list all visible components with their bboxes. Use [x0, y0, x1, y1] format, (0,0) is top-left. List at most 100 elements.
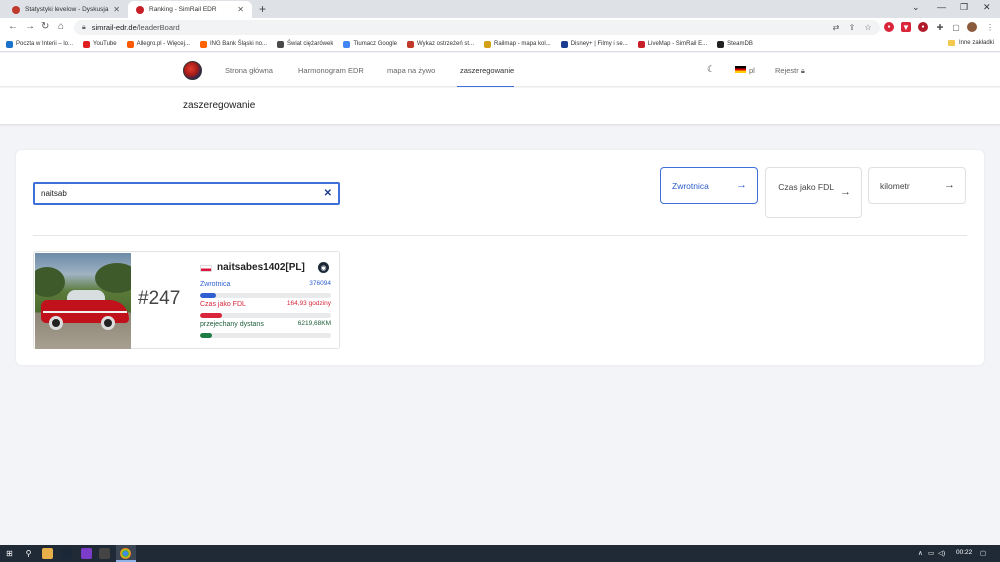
sort-fdl-button[interactable]: Czas jako FDL → [765, 167, 862, 218]
nav-live-map[interactable]: mapa na żywo [387, 66, 435, 75]
steam-taskbar-icon[interactable] [61, 548, 72, 559]
bookmark-icon [407, 40, 415, 48]
menu-icon[interactable]: ⋮ [985, 22, 995, 32]
nav-schedule[interactable]: Harmonogram EDR [298, 66, 364, 75]
bookmark-icon [560, 40, 568, 48]
browser-tab-ranking[interactable]: Ranking - SimRail EDR ✕ [128, 1, 252, 18]
notifications-icon[interactable]: ▢ [980, 549, 986, 557]
simrail-logo[interactable] [183, 61, 202, 80]
other-bookmarks[interactable]: Inne zakładki [947, 40, 994, 46]
reload-icon[interactable]: ↻ [41, 21, 49, 32]
search-input[interactable]: naitsab ✕ [33, 182, 340, 205]
sidebar-icon[interactable]: ▢ [951, 22, 961, 32]
bookmark-icon [637, 40, 645, 48]
register-link[interactable]: Rejestr 🔒︎ [775, 66, 805, 76]
search-value: naitsab [41, 189, 67, 198]
stat-progress-bar [200, 313, 331, 318]
dark-mode-moon-icon[interactable]: ☾ [707, 64, 715, 75]
clear-search-icon[interactable]: ✕ [324, 188, 332, 199]
bookmark-label: SteamDB [727, 41, 753, 47]
share-icon[interactable]: ⇪ [847, 22, 857, 32]
app-taskbar-icon[interactable] [99, 548, 110, 559]
clock-time[interactable]: 00:22 [956, 549, 972, 556]
tab-title: Statystyki levelow - Dyskusja [Tr... [25, 6, 109, 13]
file-explorer-icon[interactable] [42, 548, 53, 559]
bookmark-item[interactable]: LiveMap - SimRail E... [637, 40, 707, 48]
bookmark-icon [6, 40, 13, 48]
arrow-right-icon: → [840, 186, 851, 198]
player-name: naitsabes1402[PL] [217, 262, 305, 273]
stat-progress-fill [200, 333, 212, 338]
lock-icon[interactable]: 🔒︎ [82, 24, 86, 32]
address-bar[interactable]: 🔒︎ simrail-edr.de/leaderBoard [74, 20, 880, 35]
language-selector[interactable]: pl [749, 66, 755, 75]
bookmark-label: Tłumacz Google [353, 41, 398, 47]
home-icon[interactable]: ⌂ [58, 21, 64, 32]
chrome-taskbar-button[interactable] [116, 545, 136, 562]
stat-name: Czas jako FDL [200, 301, 246, 308]
bookmark-item[interactable]: Disney+ | Filmy i se... [560, 40, 628, 48]
bookmark-label: Disney+ | Filmy i se... [570, 41, 628, 47]
browser-tab-statystyki[interactable]: Statystyki levelow - Dyskusja [Tr... ✕ [4, 1, 128, 18]
maximize-icon[interactable]: ❐ [960, 2, 968, 13]
tray-chevron-icon[interactable]: ∧ [918, 549, 923, 557]
youtube-icon [83, 40, 91, 48]
bookmark-item[interactable]: Allegro.pl - Więcej... [126, 40, 190, 48]
bookmark-star-icon[interactable]: ☆ [863, 22, 873, 32]
url-host: simrail-edr.de [91, 23, 137, 32]
network-icon[interactable]: ▭ [928, 549, 934, 557]
folder-icon [947, 40, 955, 46]
bookmark-item[interactable]: Poczta w Interii – lo... [6, 40, 74, 48]
leaderboard-card: naitsab ✕ Zwrotnica → Czas jako FDL → ki… [16, 150, 984, 365]
tab-search-icon[interactable]: ⌄ [912, 2, 920, 13]
volume-icon[interactable]: ◁) [938, 549, 945, 557]
windows-start-icon[interactable]: ⊞ [4, 548, 15, 559]
translate-icon[interactable]: ⇄ [831, 22, 841, 32]
bookmark-item[interactable]: ING Bank Śląski no... [199, 40, 267, 48]
url-path: /leaderBoard [136, 23, 180, 32]
bookmark-item[interactable]: Świat ciężarówek [277, 40, 334, 48]
extension-icon[interactable]: ● [918, 22, 928, 32]
close-icon[interactable]: ✕ [237, 5, 244, 14]
new-tab-icon[interactable]: + [259, 2, 266, 16]
close-window-icon[interactable]: ✕ [983, 2, 991, 13]
other-bookmarks-label: Inne zakładki [958, 40, 994, 46]
player-avatar-car-photo [35, 253, 131, 349]
arrow-right-icon: → [736, 179, 747, 191]
forward-icon[interactable]: → [25, 21, 35, 32]
app-taskbar-icon[interactable] [81, 548, 92, 559]
steam-icon[interactable]: ◉ [318, 262, 329, 273]
register-label: Rejestr [775, 66, 799, 75]
minimize-icon[interactable]: — [937, 2, 946, 12]
extension-icon[interactable]: ● [884, 22, 894, 32]
bookmark-label: Świat ciężarówek [287, 41, 334, 47]
sort-switch-button[interactable]: Zwrotnica → [660, 167, 758, 204]
puzzle-icon[interactable]: ✚ [935, 22, 945, 32]
bookmark-item[interactable]: Wykaz ostrzeżeń st... [407, 40, 474, 48]
bookmark-label: Railmap - mapa kol... [494, 41, 551, 47]
profile-avatar[interactable] [967, 22, 977, 32]
close-icon[interactable]: ✕ [113, 5, 120, 14]
chrome-icon [120, 548, 131, 559]
sort-km-button[interactable]: kilometr → [868, 167, 966, 204]
arrow-right-icon: → [944, 179, 955, 191]
browser-toolbar: ← → ↻ ⌂ 🔒︎ simrail-edr.de/leaderBoard ⇄ … [0, 18, 1000, 37]
player-card[interactable]: #247 naitsabes1402[PL] ◉ Zwrotnica 37609… [33, 251, 340, 349]
bookmark-item[interactable]: Tłumacz Google [343, 40, 398, 48]
bookmark-item[interactable]: Railmap - mapa kol... [484, 40, 551, 48]
bookmark-label: ING Bank Śląski no... [209, 41, 267, 47]
nav-home[interactable]: Strona główna [225, 66, 273, 75]
bookmark-item[interactable]: YouTube [83, 40, 117, 48]
german-flag-icon[interactable] [735, 66, 746, 73]
search-icon[interactable]: ⚲ [23, 548, 34, 559]
bookmark-item[interactable]: SteamDB [717, 40, 753, 48]
stat-progress-bar [200, 333, 331, 338]
stat-value: 6219,68KM [297, 320, 331, 327]
bookmark-icon [343, 40, 351, 48]
shield-icon[interactable]: ▼ [901, 22, 911, 32]
back-icon[interactable]: ← [8, 21, 18, 32]
bookmark-label: Poczta w Interii – lo... [16, 41, 74, 47]
stat-progress-fill [200, 293, 216, 298]
nav-ranking[interactable]: zaszeregowanie [460, 66, 514, 75]
stat-value: 164,93 godziny [286, 300, 331, 307]
